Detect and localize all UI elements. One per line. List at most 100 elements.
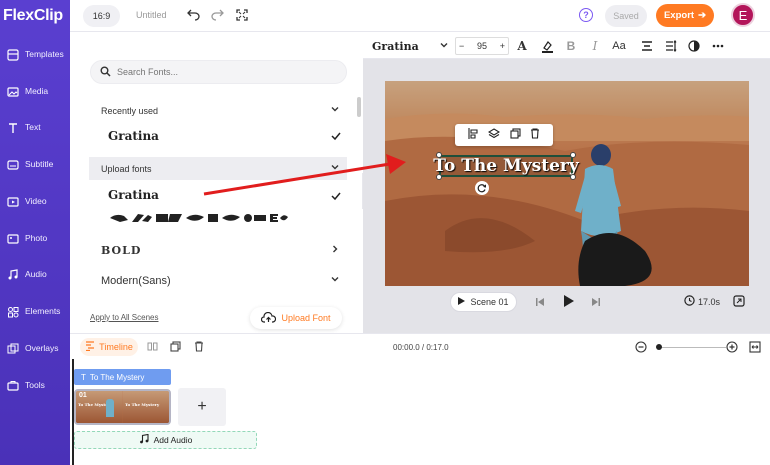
recently-used-label: Recently used: [101, 105, 159, 116]
delete-icon[interactable]: [530, 128, 540, 142]
preview-fullscreen-icon[interactable]: [733, 295, 745, 310]
duration-value: 17.0s: [698, 296, 721, 307]
scene-selector[interactable]: Scene 01: [450, 292, 517, 312]
apply-to-all-scenes-link[interactable]: Apply to All Scenes: [90, 313, 158, 322]
font-item-gratina-recent[interactable]: Gratina: [108, 129, 159, 143]
timeline-tab[interactable]: Timeline: [80, 338, 138, 356]
project-name[interactable]: Untitled: [136, 10, 167, 20]
font-size-stepper[interactable]: − 95 +: [455, 37, 509, 55]
add-audio-label: Add Audio: [153, 435, 193, 445]
upload-font-button[interactable]: Upload Font: [250, 307, 342, 329]
line-spacing-icon[interactable]: [663, 38, 679, 54]
resize-handle-top-left[interactable]: [436, 152, 442, 158]
text-clip-label: To The Mystery: [89, 372, 145, 382]
saved-button[interactable]: Saved: [605, 5, 647, 27]
top-bar: 16:9 Untitled ? Saved Export ➔ E: [70, 0, 770, 32]
zoom-out-icon[interactable]: [635, 341, 647, 356]
split-icon[interactable]: [147, 341, 158, 355]
panel-scrollbar[interactable]: [357, 97, 361, 117]
aspect-ratio-button[interactable]: 16:9: [83, 5, 120, 27]
clip-number: 01: [79, 392, 87, 399]
fullscreen-icon[interactable]: [235, 8, 249, 22]
nav-item-text[interactable]: Text: [0, 114, 70, 144]
media-icon: [6, 85, 20, 99]
duplicate-clip-icon[interactable]: [170, 341, 181, 355]
overlays-icon: [6, 342, 20, 356]
text-clip-icon: T: [81, 372, 86, 382]
opacity-icon[interactable]: [686, 38, 702, 54]
nav-item-audio[interactable]: Audio: [0, 261, 70, 291]
nav-item-media[interactable]: Media: [0, 78, 70, 108]
export-button[interactable]: Export ➔: [656, 4, 714, 27]
font-item-modern-sans[interactable]: Modern(Sans): [89, 269, 347, 292]
plus-icon[interactable]: +: [500, 41, 505, 51]
nav-item-elements[interactable]: Elements: [0, 298, 70, 328]
font-search-input[interactable]: [117, 64, 337, 80]
nav-item-subtitle[interactable]: Subtitle: [0, 151, 70, 181]
search-icon: [100, 66, 111, 80]
zoom-slider-thumb[interactable]: [656, 344, 662, 350]
font-item-bold[interactable]: BOLD: [89, 239, 347, 262]
font-size-value[interactable]: 95: [477, 41, 487, 51]
help-icon[interactable]: ?: [579, 8, 593, 22]
recently-used-section[interactable]: Recently used: [89, 99, 347, 122]
nav-item-overlays[interactable]: Overlays: [0, 335, 70, 365]
nav-item-video[interactable]: Video: [0, 188, 70, 218]
templates-icon: [6, 48, 20, 62]
nav-label-elements: Elements: [25, 306, 61, 316]
add-audio-button[interactable]: Add Audio: [74, 431, 257, 449]
nav-label-video: Video: [25, 196, 47, 206]
font-family-value: Gratina: [372, 39, 419, 53]
redo-icon[interactable]: [210, 8, 224, 22]
duplicate-icon[interactable]: [510, 128, 521, 142]
align-icon[interactable]: [468, 128, 479, 142]
left-sidebar: FlexClip Templates Media Text Subtitle V…: [0, 0, 70, 465]
font-item-dingbat-preview[interactable]: [108, 211, 288, 225]
font-item-gratina-upload[interactable]: Gratina: [108, 188, 159, 202]
scene-duration[interactable]: 17.0s: [684, 295, 720, 308]
check-icon: [330, 130, 342, 145]
minus-icon[interactable]: −: [459, 41, 464, 51]
align-center-icon[interactable]: [639, 38, 655, 54]
play-icon[interactable]: [563, 295, 574, 310]
play-small-icon: [458, 297, 466, 307]
bold-icon[interactable]: B: [563, 38, 579, 54]
chevron-right-icon: [330, 244, 340, 257]
avatar[interactable]: E: [731, 3, 755, 27]
video-track-clip[interactable]: 01 To The Mystery To The Mystery: [74, 389, 171, 425]
italic-icon[interactable]: I: [587, 38, 603, 54]
add-clip-button[interactable]: +: [178, 388, 226, 426]
resize-handle-bottom-left[interactable]: [436, 174, 442, 180]
timeline-icon: [85, 341, 95, 353]
video-icon: [6, 195, 20, 209]
scene-preview[interactable]: To The Mystery: [385, 81, 749, 286]
upload-font-label: Upload Font: [281, 313, 331, 323]
zoom-in-icon[interactable]: [726, 341, 738, 356]
nav-item-photo[interactable]: Photo: [0, 225, 70, 255]
text-case-button[interactable]: Aa: [611, 38, 627, 54]
font-family-select[interactable]: Gratina: [372, 37, 451, 55]
delete-clip-icon[interactable]: [194, 341, 204, 355]
text-track-clip[interactable]: T To The Mystery: [74, 369, 171, 385]
chevron-down-icon: [439, 40, 449, 53]
layers-icon[interactable]: [488, 128, 501, 142]
rotate-handle-icon[interactable]: [475, 181, 489, 195]
nav-label-audio: Audio: [25, 269, 47, 279]
undo-icon[interactable]: [186, 8, 200, 22]
canvas-text[interactable]: To The Mystery: [433, 156, 578, 176]
nav-item-tools[interactable]: Tools: [0, 372, 70, 402]
canvas-text-element[interactable]: To The Mystery: [433, 155, 579, 177]
nav-item-templates[interactable]: Templates: [0, 41, 70, 71]
resize-handle-bottom-right[interactable]: [570, 174, 576, 180]
text-color-icon[interactable]: A: [514, 38, 530, 54]
chevron-down-icon: [330, 104, 340, 116]
next-scene-icon[interactable]: [591, 296, 601, 310]
upload-fonts-label: Upload fonts: [101, 163, 152, 174]
zoom-slider-track[interactable]: [658, 347, 726, 348]
resize-handle-top-right[interactable]: [570, 152, 576, 158]
text-icon: [6, 121, 20, 135]
previous-scene-icon[interactable]: [535, 296, 545, 310]
fit-timeline-icon[interactable]: [749, 341, 761, 356]
more-options-icon[interactable]: [710, 38, 726, 54]
highlight-color-icon[interactable]: [539, 38, 555, 54]
